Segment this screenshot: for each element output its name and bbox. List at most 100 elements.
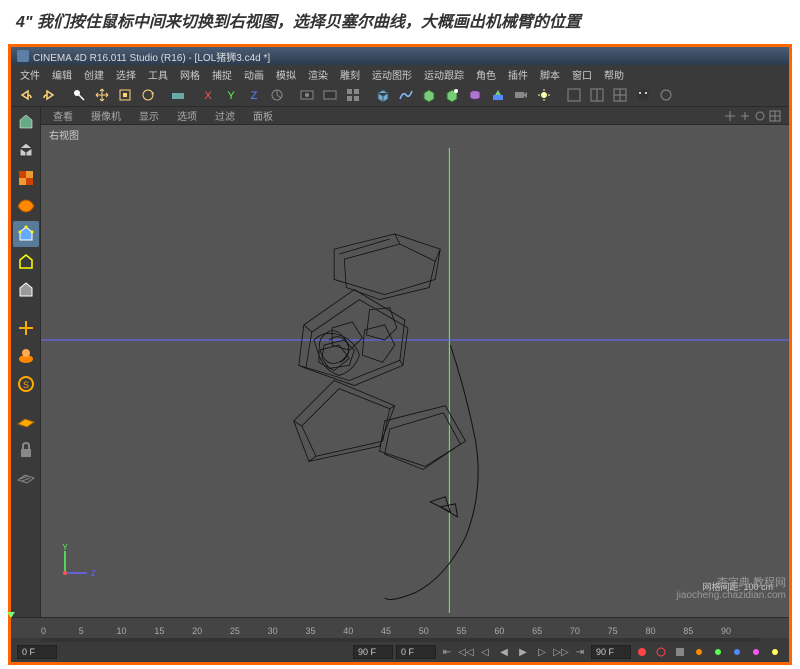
deformer[interactable] (464, 85, 486, 105)
goto-start-button[interactable]: ⇤ (439, 644, 455, 660)
autokey-button[interactable] (653, 644, 669, 660)
key-pla-button[interactable] (767, 644, 783, 660)
prev-frame-button[interactable]: ◁ (477, 644, 493, 660)
range-end-input[interactable] (591, 645, 631, 659)
point-mode[interactable] (13, 221, 39, 247)
next-key-button[interactable]: ▷▷ (553, 644, 569, 660)
workplane[interactable] (13, 409, 39, 435)
menu-tracker[interactable]: 运动跟踪 (419, 67, 469, 82)
key-rot-button[interactable] (729, 644, 745, 660)
next-frame-button[interactable]: ▷ (534, 644, 550, 660)
rotate-tool[interactable] (137, 85, 159, 105)
menu-edit[interactable]: 编辑 (47, 67, 77, 82)
vp-tab-view[interactable]: 查看 (49, 108, 77, 123)
key-scale-button[interactable] (710, 644, 726, 660)
undo-button[interactable] (15, 85, 37, 105)
play-button[interactable]: ▶ (515, 644, 531, 660)
ruler-tick: 85 (683, 626, 693, 636)
record-button[interactable] (634, 644, 650, 660)
axis-lock-y[interactable]: Y (220, 85, 242, 105)
edge-mode[interactable] (13, 249, 39, 275)
layout-4[interactable] (632, 85, 654, 105)
spline-pen[interactable] (395, 85, 417, 105)
environment[interactable] (487, 85, 509, 105)
menu-snap[interactable]: 捕捉 (207, 67, 237, 82)
vp-pan-icon[interactable] (724, 110, 736, 122)
menu-character[interactable]: 角色 (471, 67, 501, 82)
prev-key-button[interactable]: ◁◁ (458, 644, 474, 660)
goto-end-button[interactable]: ⇥ (572, 644, 588, 660)
render-view[interactable] (296, 85, 318, 105)
layout-2[interactable] (586, 85, 608, 105)
menu-window[interactable]: 窗口 (567, 67, 597, 82)
viewport-3d[interactable]: Y Z 网格间距: 100 cm (41, 144, 789, 617)
generator-nurbs[interactable] (418, 85, 440, 105)
menu-animate[interactable]: 动画 (239, 67, 269, 82)
play-back-button[interactable]: ◀ (496, 644, 512, 660)
axis-lock-x[interactable]: X (197, 85, 219, 105)
timeline-ruler[interactable]: 051015202530354045505560657075808590 (11, 618, 789, 638)
vp-rotate-icon[interactable] (754, 110, 766, 122)
move-tool[interactable] (91, 85, 113, 105)
locked-workplane[interactable] (13, 437, 39, 463)
small-shapes (430, 497, 457, 517)
light[interactable] (533, 85, 555, 105)
current-frame-input[interactable] (396, 645, 436, 659)
layout-3[interactable] (609, 85, 631, 105)
texture-mode[interactable] (13, 165, 39, 191)
layout-5[interactable] (655, 85, 677, 105)
menu-file[interactable]: 文件 (15, 67, 45, 82)
snap-toggle[interactable]: S (13, 371, 39, 397)
ruler-tick: 10 (117, 626, 127, 636)
vp-tab-camera[interactable]: 摄像机 (87, 108, 125, 123)
menu-plugins[interactable]: 插件 (503, 67, 533, 82)
menu-render[interactable]: 渲染 (303, 67, 333, 82)
ruler-tick: 30 (268, 626, 278, 636)
uv-mode[interactable] (13, 193, 39, 219)
coord-system[interactable] (266, 85, 288, 105)
frame-end-input[interactable] (353, 645, 393, 659)
ruler-tick: 5 (79, 626, 84, 636)
axis-lock-z[interactable]: Z (243, 85, 265, 105)
camera[interactable] (510, 85, 532, 105)
vp-tab-panel[interactable]: 面板 (249, 108, 277, 123)
key-pos-button[interactable] (691, 644, 707, 660)
menu-script[interactable]: 脚本 (535, 67, 565, 82)
picture-viewer[interactable] (342, 85, 364, 105)
menu-sculpt[interactable]: 雕刻 (335, 67, 365, 82)
window-title: CINEMA 4D R16.011 Studio (R16) - [LOL猪狮3… (33, 49, 270, 64)
render-settings[interactable] (319, 85, 341, 105)
frame-start-input[interactable] (17, 645, 57, 659)
generator-array[interactable] (441, 85, 463, 105)
timeline-cursor[interactable] (7, 612, 15, 618)
redo-button[interactable] (38, 85, 60, 105)
viewport-solo[interactable] (13, 343, 39, 369)
recent-tool[interactable] (167, 85, 189, 105)
vp-zoom-icon[interactable] (739, 110, 751, 122)
menu-help[interactable]: 帮助 (599, 67, 629, 82)
svg-text:Y: Y (62, 543, 68, 552)
scale-tool[interactable] (114, 85, 136, 105)
polygon-mode[interactable] (13, 277, 39, 303)
menu-simulate[interactable]: 模拟 (271, 67, 301, 82)
make-editable[interactable] (13, 109, 39, 135)
primitive-cube[interactable] (372, 85, 394, 105)
keyframe-sel-button[interactable] (672, 644, 688, 660)
vp-tab-filter[interactable]: 过滤 (211, 108, 239, 123)
model-mode[interactable] (13, 137, 39, 163)
menu-select[interactable]: 选择 (111, 67, 141, 82)
menu-create[interactable]: 创建 (79, 67, 109, 82)
vp-tab-options[interactable]: 选项 (173, 108, 201, 123)
vp-layout-icon[interactable] (769, 110, 781, 122)
vp-tab-display[interactable]: 显示 (135, 108, 163, 123)
timeline-track[interactable] (41, 638, 759, 642)
enable-axis[interactable] (13, 315, 39, 341)
select-tool[interactable] (68, 85, 90, 105)
menu-mesh[interactable]: 网格 (175, 67, 205, 82)
planar-workplane[interactable] (13, 465, 39, 491)
bottom-bar: ⇤ ◁◁ ◁ ◀ ▶ ▷ ▷▷ ⇥ (11, 642, 789, 662)
menu-tools[interactable]: 工具 (143, 67, 173, 82)
layout-1[interactable] (563, 85, 585, 105)
menu-mograph[interactable]: 运动图形 (367, 67, 417, 82)
key-param-button[interactable] (748, 644, 764, 660)
